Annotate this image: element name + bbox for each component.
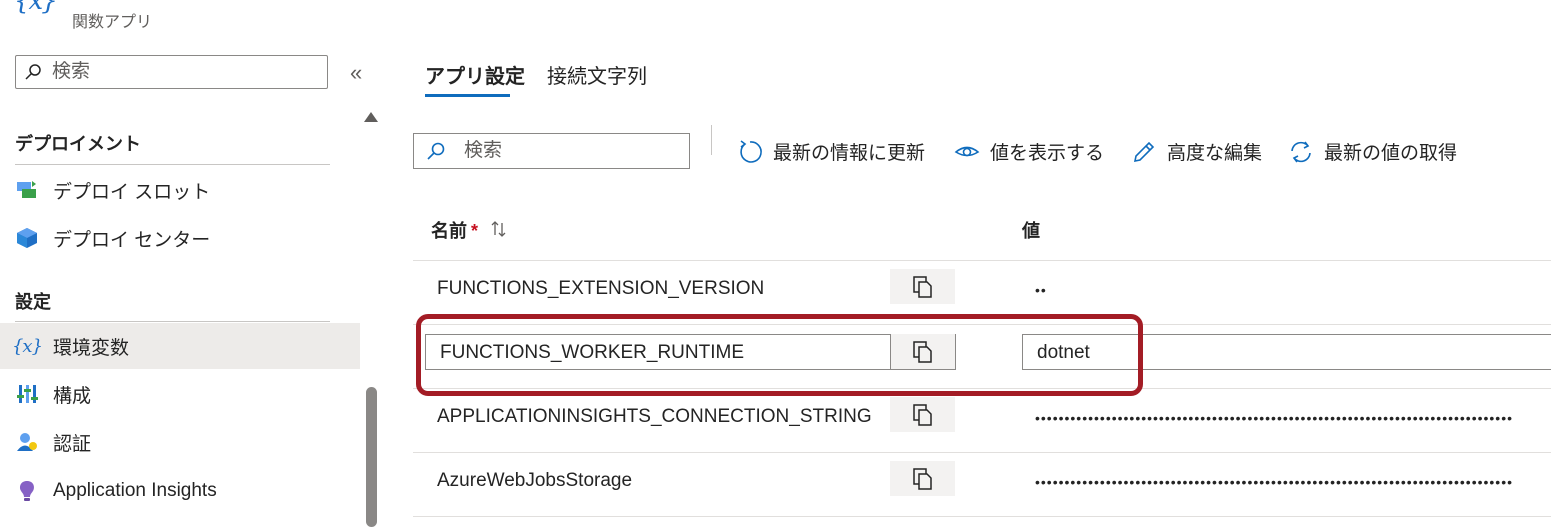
app-type-label: 関数アプリ	[72, 14, 153, 31]
refresh-label: 最新の情報に更新	[773, 143, 926, 164]
copy-button[interactable]	[890, 269, 955, 304]
scroll-up-arrow[interactable]	[364, 112, 378, 122]
configuration-icon	[15, 382, 39, 406]
column-header-name-label: 名前	[431, 221, 467, 241]
settings-search-box[interactable]	[413, 133, 690, 169]
deployment-center-icon	[15, 226, 39, 250]
column-header-value: 値	[1022, 221, 1040, 241]
copy-icon	[912, 275, 932, 298]
active-tab-indicator	[425, 94, 510, 97]
sidebar-search-box[interactable]	[15, 55, 328, 89]
sidebar-item-deployment-slots[interactable]: デプロイ スロット	[0, 167, 360, 213]
refresh-icon	[740, 139, 762, 163]
sync-icon	[1291, 141, 1311, 162]
sidebar-item-label: デプロイ スロット	[53, 181, 211, 203]
row-divider	[413, 324, 1551, 325]
sidebar-item-authentication[interactable]: 認証	[0, 419, 360, 465]
divider	[15, 164, 330, 165]
setting-name-input[interactable]	[438, 335, 892, 371]
group-heading-settings: 設定	[15, 292, 51, 312]
hidden-value: ••	[1035, 282, 1047, 298]
sidebar-item-label: Application Insights	[53, 480, 217, 501]
show-values-label: 値を表示する	[990, 143, 1105, 164]
tab-connection-strings[interactable]: 接続文字列	[547, 60, 647, 89]
eye-icon	[954, 146, 980, 156]
divider	[15, 321, 330, 322]
row-divider	[413, 516, 1551, 517]
sidebar-item-deployment-center[interactable]: デプロイ センター	[0, 215, 360, 261]
required-mark: *	[471, 221, 479, 241]
sidebar-item-label: 構成	[53, 385, 92, 407]
setting-value-field[interactable]	[1022, 334, 1551, 371]
authentication-icon	[15, 430, 39, 454]
sidebar-item-label: 環境変数	[53, 337, 130, 359]
row-divider	[413, 452, 1551, 453]
show-values-button[interactable]: 値を表示する	[954, 138, 1104, 165]
environment-variables-icon: {x}	[11, 335, 43, 357]
sidebar-item-label: デプロイ センター	[53, 229, 211, 251]
pull-latest-label: 最新の値の取得	[1324, 143, 1458, 164]
group-heading-deployment: デプロイメント	[15, 134, 141, 154]
setting-name[interactable]: FUNCTIONS_EXTENSION_VERSION	[437, 278, 764, 300]
advanced-edit-label: 高度な編集	[1167, 143, 1263, 164]
copy-button[interactable]	[890, 397, 955, 432]
copy-button[interactable]	[890, 461, 955, 496]
advanced-edit-button[interactable]: 高度な編集	[1131, 138, 1262, 165]
sidebar-item-application-insights[interactable]: Application Insights	[0, 468, 360, 514]
refresh-button[interactable]: 最新の情報に更新	[737, 138, 925, 165]
sort-icon[interactable]	[490, 220, 508, 243]
search-icon	[25, 64, 41, 80]
setting-name[interactable]: AzureWebJobsStorage	[437, 470, 632, 492]
hidden-value: ••••••••••••••••••••••••••••••••••••••••…	[1035, 474, 1514, 490]
sidebar-scrollbar-thumb[interactable]	[366, 387, 377, 527]
sidebar-item-environment-variables[interactable]: {x} 環境変数	[0, 323, 360, 369]
row-divider	[413, 388, 1551, 389]
column-header-name[interactable]: 名前 *	[431, 217, 478, 243]
sidebar-search-input[interactable]	[50, 60, 294, 84]
copy-button[interactable]	[890, 334, 955, 369]
row-divider	[413, 260, 1551, 261]
setting-name[interactable]: APPLICATIONINSIGHTS_CONNECTION_STRING	[437, 406, 872, 428]
function-app-icon: {𝑥}	[14, 0, 58, 16]
collapse-sidebar-button[interactable]: «	[350, 60, 362, 86]
copy-icon	[913, 340, 932, 363]
sidebar-item-label: 認証	[53, 433, 92, 455]
deployment-slots-icon	[15, 178, 39, 202]
setting-name-field[interactable]	[425, 334, 956, 371]
setting-value-input[interactable]	[1035, 335, 1439, 371]
application-insights-icon	[15, 479, 39, 503]
hidden-value: ••••••••••••••••••••••••••••••••••••••••…	[1035, 410, 1514, 426]
pull-latest-values-button[interactable]: 最新の値の取得	[1288, 138, 1457, 165]
copy-icon	[912, 403, 932, 426]
search-icon	[427, 142, 445, 160]
toolbar-divider	[711, 125, 712, 155]
tab-app-settings[interactable]: アプリ設定	[425, 60, 525, 89]
pencil-icon	[1133, 141, 1155, 162]
settings-search-input[interactable]	[462, 139, 666, 163]
sidebar-item-configuration[interactable]: 構成	[0, 371, 360, 417]
copy-icon	[912, 467, 932, 490]
